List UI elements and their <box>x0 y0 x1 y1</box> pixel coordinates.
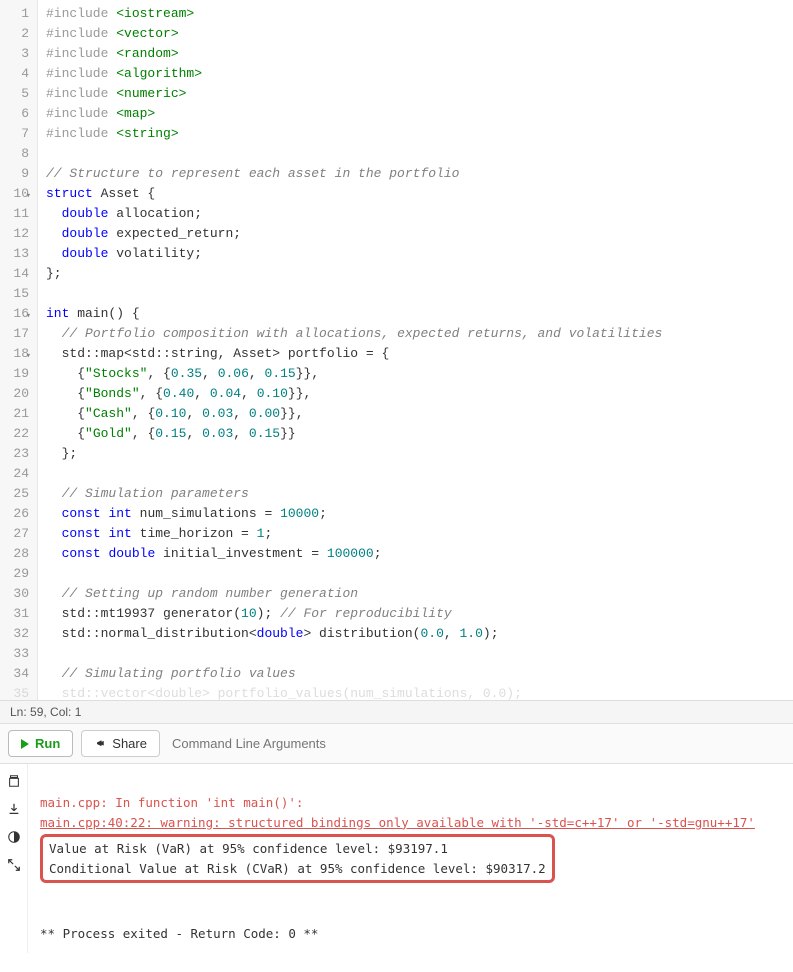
fold-icon[interactable]: ▾ <box>26 186 31 206</box>
line-number: 8 <box>4 144 29 164</box>
code-line[interactable]: #include <string> <box>46 124 793 144</box>
code-line[interactable]: double expected_return; <box>46 224 793 244</box>
line-number: 14 <box>4 264 29 284</box>
code-line[interactable]: #include <iostream> <box>46 4 793 24</box>
run-button[interactable]: Run <box>8 730 73 757</box>
code-line-cutoff: std::vector<double> portfolio_values(num… <box>46 684 793 700</box>
code-line[interactable]: struct Asset { <box>46 184 793 204</box>
line-number: 12 <box>4 224 29 244</box>
code-line[interactable]: // Simulation parameters <box>46 484 793 504</box>
code-editor[interactable]: 12345678910▾111213141516▾1718▾1920212223… <box>0 0 793 700</box>
line-number: 10▾ <box>4 184 29 204</box>
line-number: 13 <box>4 244 29 264</box>
line-number: 20 <box>4 384 29 404</box>
line-number: 32 <box>4 624 29 644</box>
code-line[interactable]: }; <box>46 264 793 284</box>
code-line[interactable]: #include <map> <box>46 104 793 124</box>
code-line[interactable]: std::mt19937 generator(10); // For repro… <box>46 604 793 624</box>
line-number: 7 <box>4 124 29 144</box>
line-number: 33 <box>4 644 29 664</box>
code-line[interactable]: double volatility; <box>46 244 793 264</box>
code-line[interactable]: #include <random> <box>46 44 793 64</box>
code-line[interactable]: #include <numeric> <box>46 84 793 104</box>
code-line[interactable]: // Simulating portfolio values <box>46 664 793 684</box>
code-line[interactable] <box>46 144 793 164</box>
line-number: 27 <box>4 524 29 544</box>
share-icon <box>94 738 106 750</box>
line-number: 3 <box>4 44 29 64</box>
line-number: 26 <box>4 504 29 524</box>
line-number: 5 <box>4 84 29 104</box>
line-number-gutter: 12345678910▾111213141516▾1718▾1920212223… <box>0 0 38 700</box>
code-line[interactable]: // Portfolio composition with allocation… <box>46 324 793 344</box>
code-line[interactable]: double allocation; <box>46 204 793 224</box>
line-number: 4 <box>4 64 29 84</box>
line-number: 23 <box>4 444 29 464</box>
code-line[interactable]: }; <box>46 444 793 464</box>
code-line[interactable] <box>46 284 793 304</box>
copy-icon[interactable] <box>7 774 21 788</box>
code-line[interactable]: std::normal_distribution<double> distrib… <box>46 624 793 644</box>
line-number: 24 <box>4 464 29 484</box>
adjust-icon[interactable] <box>7 830 21 844</box>
code-line[interactable]: {"Cash", {0.10, 0.03, 0.00}}, <box>46 404 793 424</box>
code-line[interactable]: const double initial_investment = 100000… <box>46 544 793 564</box>
code-line[interactable]: {"Stocks", {0.35, 0.06, 0.15}}, <box>46 364 793 384</box>
play-icon <box>21 739 29 749</box>
run-label: Run <box>35 736 60 751</box>
line-number: 29 <box>4 564 29 584</box>
code-line[interactable] <box>46 644 793 664</box>
line-number: 2 <box>4 24 29 44</box>
line-number: 19 <box>4 364 29 384</box>
line-number: 11 <box>4 204 29 224</box>
line-number: 15 <box>4 284 29 304</box>
line-number: 31 <box>4 604 29 624</box>
code-line[interactable]: #include <algorithm> <box>46 64 793 84</box>
line-number: 1 <box>4 4 29 24</box>
line-number: 30 <box>4 584 29 604</box>
console-output[interactable]: main.cpp: In function 'int main()': main… <box>28 764 793 953</box>
expand-icon[interactable] <box>7 858 21 872</box>
line-number: 21 <box>4 404 29 424</box>
code-area[interactable]: #include <iostream>#include <vector>#inc… <box>38 0 793 700</box>
code-line[interactable]: std::map<std::string, Asset> portfolio =… <box>46 344 793 364</box>
exit-status: ** Process exited - Return Code: 0 ** <box>40 926 318 941</box>
line-number: 18▾ <box>4 344 29 364</box>
share-button[interactable]: Share <box>81 730 160 757</box>
line-number: 6 <box>4 104 29 124</box>
output-var: Value at Risk (VaR) at 95% confidence le… <box>49 841 448 856</box>
output-toolbar <box>0 764 28 953</box>
code-line[interactable]: {"Gold", {0.15, 0.03, 0.15}} <box>46 424 793 444</box>
code-line[interactable]: #include <vector> <box>46 24 793 44</box>
code-line[interactable] <box>46 464 793 484</box>
output-cvar: Conditional Value at Risk (CVaR) at 95% … <box>49 861 546 876</box>
fold-icon[interactable]: ▾ <box>26 346 31 366</box>
share-label: Share <box>112 736 147 751</box>
line-number: 16▾ <box>4 304 29 324</box>
line-number: 17 <box>4 324 29 344</box>
code-line[interactable]: {"Bonds", {0.40, 0.04, 0.10}}, <box>46 384 793 404</box>
cursor-position: Ln: 59, Col: 1 <box>10 705 81 719</box>
fold-icon[interactable]: ▾ <box>26 306 31 326</box>
download-icon[interactable] <box>7 802 21 816</box>
code-line[interactable]: const int time_horizon = 1; <box>46 524 793 544</box>
command-line-args-input[interactable] <box>168 732 785 755</box>
line-number: 25 <box>4 484 29 504</box>
output-panel: main.cpp: In function 'int main()': main… <box>0 764 793 953</box>
code-line[interactable] <box>46 564 793 584</box>
code-line[interactable]: // Setting up random number generation <box>46 584 793 604</box>
compiler-warning: main.cpp:40:22: warning: structured bind… <box>40 815 755 830</box>
line-number: 22 <box>4 424 29 444</box>
code-line[interactable]: int main() { <box>46 304 793 324</box>
toolbar: Run Share <box>0 723 793 764</box>
compiler-message: main.cpp: In function 'int main()': <box>40 795 303 810</box>
line-number: 34 <box>4 664 29 684</box>
line-number: 9 <box>4 164 29 184</box>
status-bar: Ln: 59, Col: 1 <box>0 700 793 723</box>
code-line[interactable]: // Structure to represent each asset in … <box>46 164 793 184</box>
line-number: 28 <box>4 544 29 564</box>
code-line[interactable]: const int num_simulations = 10000; <box>46 504 793 524</box>
